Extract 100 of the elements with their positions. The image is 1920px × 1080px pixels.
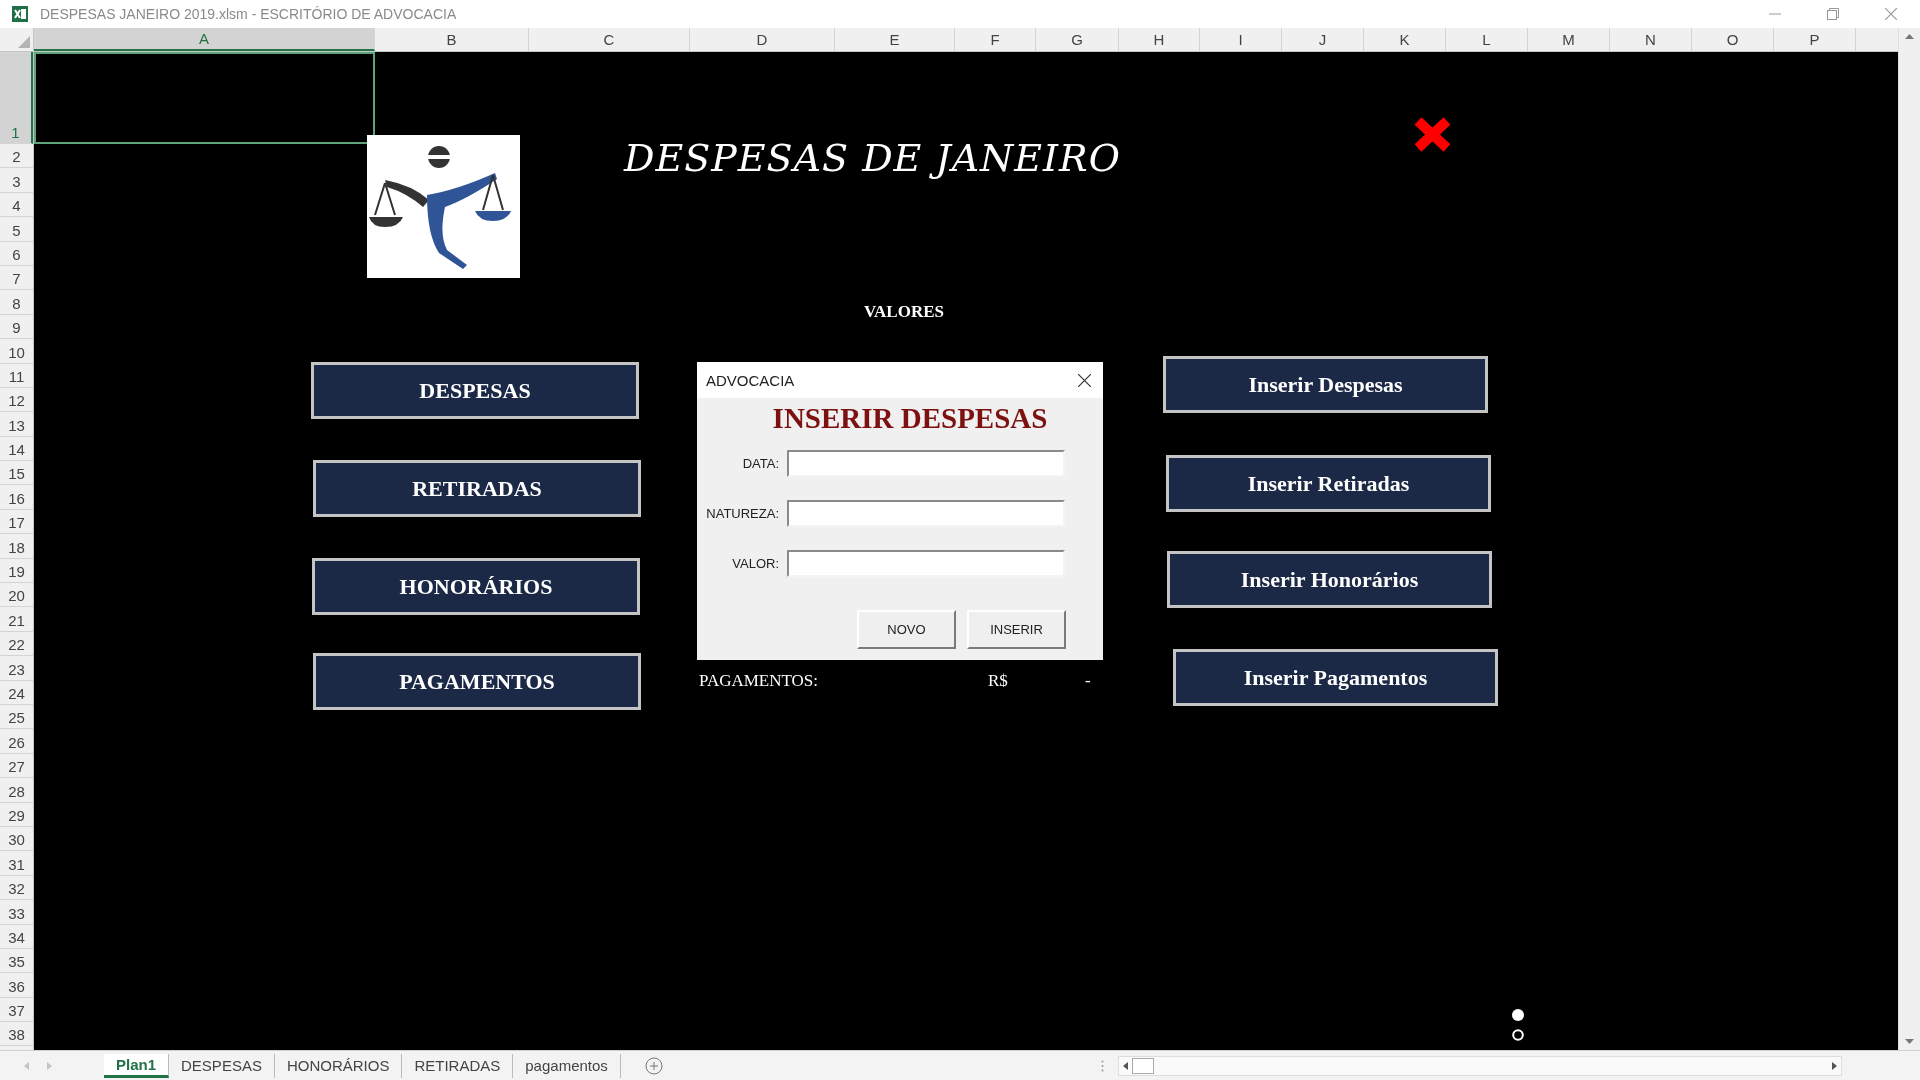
restore-icon[interactable] — [1827, 8, 1839, 20]
select-all-icon[interactable] — [18, 36, 30, 48]
splitter-grip-icon[interactable] — [1100, 1059, 1104, 1072]
input-field[interactable] — [787, 550, 1065, 577]
input-field[interactable] — [787, 500, 1065, 527]
summary-value: - — [1085, 671, 1091, 691]
row-header[interactable]: 14 — [0, 436, 33, 462]
row-header[interactable]: 24 — [0, 680, 33, 705]
column-header[interactable]: I — [1200, 28, 1282, 51]
row-header[interactable]: 13 — [0, 412, 33, 437]
column-header[interactable]: M — [1528, 28, 1610, 51]
row-header[interactable]: 19 — [0, 558, 33, 584]
column-header[interactable]: E — [835, 28, 955, 51]
row-header[interactable]: 30 — [0, 826, 33, 852]
close-button[interactable] — [1076, 371, 1093, 389]
column-header[interactable]: J — [1282, 28, 1364, 51]
sheet-tab[interactable]: DESPESAS — [169, 1053, 275, 1078]
scroll-up-icon[interactable] — [1905, 34, 1914, 39]
sheet-button[interactable]: RETIRADAS — [313, 460, 641, 517]
sheet-button[interactable]: DESPESAS — [311, 362, 639, 419]
close-icon[interactable] — [1885, 8, 1897, 20]
row-header[interactable]: 21 — [0, 607, 33, 632]
column-header[interactable]: N — [1610, 28, 1692, 51]
row-header[interactable]: 29 — [0, 802, 33, 827]
summary-label: PAGAMENTOS: — [699, 671, 819, 691]
sheet-tab[interactable]: pagamentos — [513, 1053, 621, 1078]
scroll-down-icon[interactable] — [1905, 1039, 1914, 1044]
insert-button[interactable]: Inserir Retiradas — [1166, 455, 1491, 512]
currency-symbol: R$ — [988, 671, 1008, 691]
row-header[interactable]: 27 — [0, 753, 33, 779]
add-icon — [644, 1056, 663, 1075]
row-header[interactable]: 33 — [0, 900, 33, 925]
field-label: NATUREZA: — [705, 506, 779, 521]
sheet-tab[interactable]: RETIRADAS — [402, 1053, 514, 1078]
column-header[interactable]: B — [375, 28, 529, 51]
row-header[interactable]: 6 — [0, 241, 33, 266]
row-header[interactable]: 31 — [0, 851, 33, 876]
dialog-heading: INSERIR DESPESAS — [772, 402, 1048, 436]
row-header[interactable]: 35 — [0, 948, 33, 974]
close-icon — [1078, 373, 1091, 387]
sheet-button[interactable]: PAGAMENTOS — [313, 653, 641, 710]
row-header[interactable]: 4 — [0, 192, 33, 218]
row-header[interactable]: 9 — [0, 314, 33, 340]
sheet-tab[interactable]: Plan1 — [104, 1053, 170, 1078]
row-header[interactable]: 7 — [0, 265, 33, 291]
column-header[interactable]: H — [1119, 28, 1200, 51]
row-header[interactable]: 28 — [0, 778, 33, 803]
row-header[interactable]: 37 — [0, 997, 33, 1023]
scroll-left-icon[interactable] — [1122, 1061, 1128, 1070]
scroll-thumb[interactable] — [1131, 1057, 1154, 1074]
column-header[interactable]: O — [1692, 28, 1774, 51]
column-header[interactable]: K — [1364, 28, 1446, 51]
add-sheet-button[interactable] — [644, 1056, 663, 1075]
scroll-right-icon[interactable] — [1831, 1061, 1837, 1070]
row-header[interactable]: 23 — [0, 656, 33, 681]
dialog-title: ADVOCACIA — [706, 371, 795, 389]
horizontal-scrollbar[interactable] — [1117, 1055, 1842, 1076]
column-header[interactable]: A — [34, 28, 375, 51]
row-header[interactable]: 34 — [0, 924, 33, 949]
selected-cell[interactable] — [34, 52, 375, 144]
sheet-tab[interactable]: HONORÁRIOS — [274, 1053, 403, 1078]
field-label: VALOR: — [731, 556, 779, 571]
row-header[interactable]: 17 — [0, 509, 33, 535]
column-header[interactable]: F — [955, 28, 1036, 51]
window-title: DESPESAS JANEIRO 2019.xlsm - ESCRITÓRIO DE ADVOCACIA — [40, 6, 457, 22]
insert-button[interactable]: Inserir Honorários — [1167, 551, 1492, 608]
row-header[interactable]: 38 — [0, 1022, 33, 1047]
row-header[interactable]: 18 — [0, 534, 33, 559]
sheet-title: DESPESAS DE JANEIRO — [624, 136, 1121, 180]
row-header[interactable]: 20 — [0, 583, 33, 608]
row-header[interactable]: 16 — [0, 485, 33, 510]
spreadsheet-app-icon — [12, 6, 28, 22]
row-header[interactable]: 5 — [0, 217, 33, 242]
row-header[interactable]: 15 — [0, 461, 33, 486]
row-header[interactable]: 12 — [0, 387, 33, 413]
dialog-button[interactable]: NOVO — [857, 610, 956, 649]
row-header[interactable]: 26 — [0, 729, 33, 754]
row-header[interactable]: 36 — [0, 973, 33, 998]
ring-icon — [1512, 1029, 1524, 1041]
section-label: VALORES — [863, 302, 945, 322]
row-header[interactable]: 10 — [0, 339, 33, 364]
insert-button[interactable]: Inserir Pagamentos — [1173, 649, 1498, 706]
sheet-button[interactable]: HONORÁRIOS — [312, 558, 640, 615]
row-header[interactable]: 1 — [0, 52, 33, 144]
row-header[interactable]: 2 — [0, 144, 33, 169]
row-header[interactable]: 22 — [0, 631, 33, 657]
column-header[interactable]: P — [1774, 28, 1856, 51]
row-header[interactable]: 3 — [0, 168, 33, 193]
row-header[interactable]: 8 — [0, 290, 33, 315]
column-header[interactable]: L — [1446, 28, 1528, 51]
input-field[interactable] — [787, 450, 1065, 477]
row-header[interactable]: 11 — [0, 363, 33, 388]
row-header[interactable]: 32 — [0, 875, 33, 901]
column-header[interactable]: C — [529, 28, 690, 51]
close-icon[interactable] — [1412, 116, 1453, 153]
row-header[interactable]: 25 — [0, 705, 33, 730]
column-header[interactable]: G — [1036, 28, 1119, 51]
insert-button[interactable]: Inserir Despesas — [1163, 356, 1488, 413]
column-header[interactable]: D — [690, 28, 835, 51]
dialog-button[interactable]: INSERIR — [967, 610, 1066, 649]
